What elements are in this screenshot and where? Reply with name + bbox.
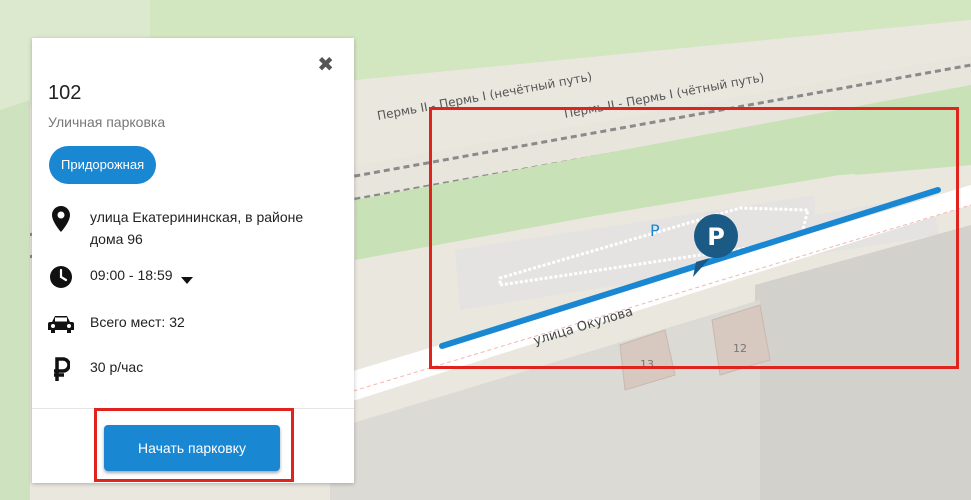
button-highlight-box — [94, 408, 294, 482]
location-pin-icon — [48, 206, 74, 232]
map-highlight-box — [429, 107, 959, 369]
hours-text: 09:00 - 18:59 — [90, 267, 173, 283]
parking-type: Уличная парковка — [48, 114, 166, 130]
spaces-row: Всего мест: 32 — [48, 311, 340, 337]
clock-icon — [48, 264, 74, 290]
ruble-icon — [48, 356, 74, 382]
price-text: 30 р/час — [90, 359, 144, 375]
car-icon — [48, 311, 74, 337]
close-icon[interactable]: ✖ — [317, 54, 334, 74]
total-spaces-text: Всего мест: 32 — [90, 314, 185, 330]
address-text: улица Екатерининская, в районе дома 96 — [90, 209, 304, 247]
category-badge[interactable]: Придорожная — [49, 146, 157, 184]
hours-row[interactable]: 09:00 - 18:59 — [48, 264, 193, 290]
chevron-down-icon[interactable] — [180, 272, 193, 290]
price-row: 30 р/час — [48, 356, 340, 382]
address-row: улица Екатерининская, в районе дома 96 — [48, 206, 340, 250]
parking-zone-number: 102 — [48, 82, 82, 104]
